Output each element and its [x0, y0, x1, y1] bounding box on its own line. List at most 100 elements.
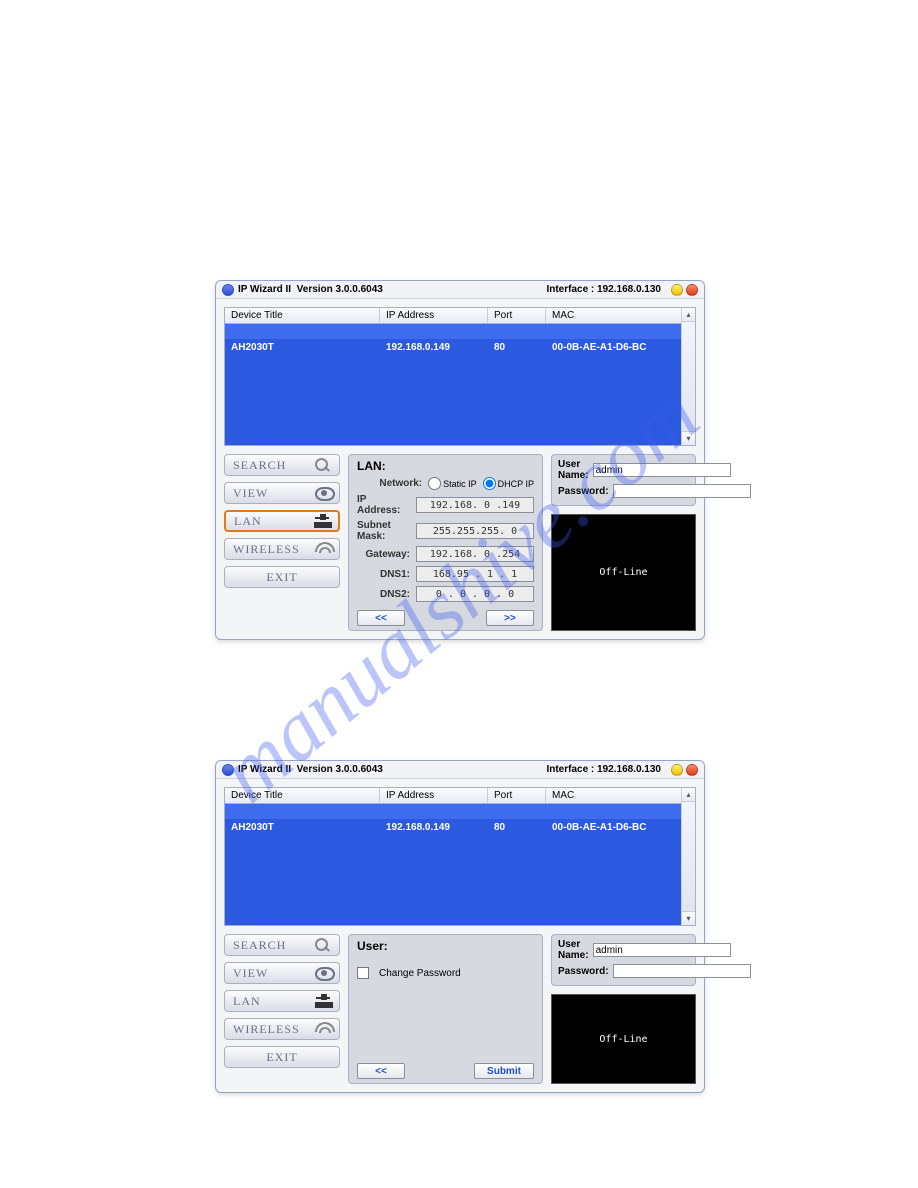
lan-icon	[314, 514, 332, 528]
col-port[interactable]: Port	[488, 788, 546, 803]
globe-icon	[222, 284, 234, 296]
close-button[interactable]	[686, 284, 698, 296]
password-input[interactable]	[613, 964, 751, 978]
app-title: IP Wizard II Version 3.0.0.6043	[238, 764, 383, 775]
subnet-label: Subnet Mask:	[357, 520, 410, 542]
change-password-label: Change Password	[379, 968, 461, 979]
lan-panel-title: LAN:	[357, 459, 534, 473]
credentials-panel: User Name: Password:	[551, 934, 696, 986]
table-row[interactable]	[225, 414, 681, 429]
username-label: User Name:	[558, 939, 589, 961]
username-input[interactable]	[593, 943, 731, 957]
static-ip-radio[interactable]	[428, 477, 441, 490]
table-row[interactable]	[225, 909, 681, 924]
search-button[interactable]: SEARCH	[224, 934, 340, 956]
lan-button[interactable]: LAN	[224, 510, 340, 532]
table-row[interactable]	[225, 879, 681, 894]
sidebar: SEARCH VIEW LAN WIRELESS EXIT	[224, 454, 340, 631]
dns1-input[interactable]	[416, 566, 534, 582]
search-button[interactable]: SEARCH	[224, 454, 340, 476]
change-password-checkbox[interactable]	[357, 967, 369, 979]
col-port[interactable]: Port	[488, 308, 546, 323]
titlebar: IP Wizard II Version 3.0.0.6043 Interfac…	[216, 281, 704, 299]
table-row[interactable]	[225, 834, 681, 849]
preview-offline: Off-Line	[551, 994, 696, 1084]
col-device-title[interactable]: Device Title	[225, 308, 380, 323]
interface-label: Interface : 192.168.0.130	[546, 284, 661, 295]
username-input[interactable]	[593, 463, 731, 477]
view-button[interactable]: VIEW	[224, 962, 340, 984]
minimize-button[interactable]	[671, 284, 683, 296]
username-label: User Name:	[558, 459, 589, 481]
ip-wizard-window-user: IP Wizard II Version 3.0.0.6043 Interfac…	[215, 760, 705, 1093]
dns2-label: DNS2:	[380, 589, 410, 600]
col-mac[interactable]: MAC	[546, 788, 695, 803]
table-row[interactable]	[225, 384, 681, 399]
gateway-input[interactable]	[416, 546, 534, 562]
eye-icon	[315, 486, 333, 500]
eye-icon	[315, 966, 333, 980]
table-row[interactable]	[225, 894, 681, 909]
device-table: Device Title IP Address Port MAC AH2030T…	[224, 787, 696, 926]
minimize-button[interactable]	[671, 764, 683, 776]
dhcp-ip-label: DHCP IP	[498, 479, 534, 489]
table-row[interactable]	[225, 804, 681, 819]
table-row-selected[interactable]: AH2030T192.168.0.1498000-0B-AE-A1-D6-BC	[225, 339, 681, 354]
subnet-input[interactable]	[416, 523, 534, 539]
exit-button[interactable]: EXIT	[224, 566, 340, 588]
search-icon	[315, 458, 333, 472]
scrollbar[interactable]: ▴ ▾	[681, 788, 695, 925]
ip-address-label: IP Address:	[357, 494, 410, 516]
submit-button[interactable]: Submit	[474, 1063, 534, 1079]
view-button[interactable]: VIEW	[224, 482, 340, 504]
ip-wizard-window-lan: IP Wizard II Version 3.0.0.6043 Interfac…	[215, 280, 705, 640]
table-row[interactable]	[225, 324, 681, 339]
scroll-down-button[interactable]: ▾	[682, 431, 695, 445]
scroll-up-button[interactable]: ▴	[682, 308, 695, 322]
col-mac[interactable]: MAC	[546, 308, 695, 323]
table-row[interactable]	[225, 399, 681, 414]
wireless-button[interactable]: WIRELESS	[224, 1018, 340, 1040]
sidebar: SEARCH VIEW LAN WIRELESS EXIT	[224, 934, 340, 1084]
table-header: Device Title IP Address Port MAC	[225, 308, 695, 324]
lan-button[interactable]: LAN	[224, 990, 340, 1012]
scroll-up-button[interactable]: ▴	[682, 788, 695, 802]
preview-offline: Off-Line	[551, 514, 696, 631]
col-ip-address[interactable]: IP Address	[380, 308, 488, 323]
credentials-panel: User Name: Password:	[551, 454, 696, 506]
exit-button[interactable]: EXIT	[224, 1046, 340, 1068]
static-ip-label: Static IP	[443, 479, 477, 489]
user-panel-title: User:	[357, 939, 534, 953]
table-row[interactable]	[225, 429, 681, 444]
dhcp-ip-radio[interactable]	[483, 477, 496, 490]
table-body: AH2030T192.168.0.1498000-0B-AE-A1-D6-BC	[225, 804, 681, 925]
table-row[interactable]	[225, 849, 681, 864]
network-label: Network:	[379, 478, 422, 489]
col-device-title[interactable]: Device Title	[225, 788, 380, 803]
next-button[interactable]: >>	[486, 610, 534, 626]
dns1-label: DNS1:	[380, 569, 410, 580]
password-input[interactable]	[613, 484, 751, 498]
table-row[interactable]	[225, 369, 681, 384]
lan-panel: LAN: Network: Static IP DHCP IP IP Addre…	[348, 454, 543, 631]
interface-label: Interface : 192.168.0.130	[546, 764, 661, 775]
titlebar: IP Wizard II Version 3.0.0.6043 Interfac…	[216, 761, 704, 779]
app-title: IP Wizard II Version 3.0.0.6043	[238, 284, 383, 295]
scroll-down-button[interactable]: ▾	[682, 911, 695, 925]
password-label: Password:	[558, 966, 609, 977]
prev-button[interactable]: <<	[357, 610, 405, 626]
scrollbar[interactable]: ▴ ▾	[681, 308, 695, 445]
table-row[interactable]	[225, 354, 681, 369]
password-label: Password:	[558, 486, 609, 497]
ip-address-input[interactable]	[416, 497, 534, 513]
wireless-button[interactable]: WIRELESS	[224, 538, 340, 560]
dns2-input[interactable]	[416, 586, 534, 602]
close-button[interactable]	[686, 764, 698, 776]
user-panel: User: Change Password << Submit	[348, 934, 543, 1084]
search-icon	[315, 938, 333, 952]
table-row[interactable]	[225, 864, 681, 879]
col-ip-address[interactable]: IP Address	[380, 788, 488, 803]
table-row-selected[interactable]: AH2030T192.168.0.1498000-0B-AE-A1-D6-BC	[225, 819, 681, 834]
prev-button[interactable]: <<	[357, 1063, 405, 1079]
lan-icon	[315, 994, 333, 1008]
